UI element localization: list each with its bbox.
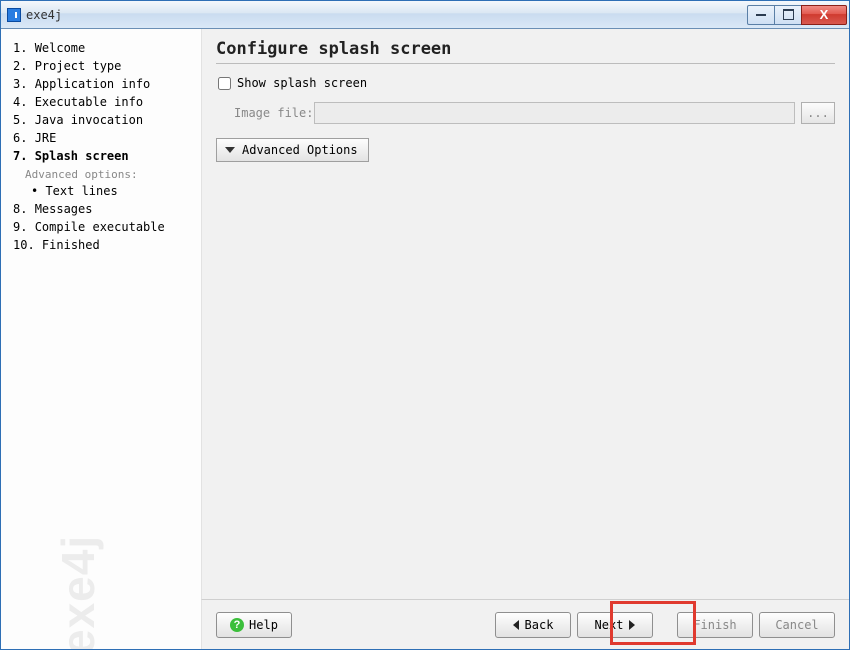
step-jre[interactable]: 6. JRE (9, 129, 193, 147)
window-title: exe4j (26, 8, 62, 22)
arrow-left-icon (513, 620, 519, 630)
next-label: Next (595, 618, 624, 632)
step-messages[interactable]: 8. Messages (9, 200, 193, 218)
advanced-options-text: Advanced Options (242, 143, 358, 157)
help-label: Help (249, 618, 278, 632)
show-splash-label: Show splash screen (237, 76, 367, 90)
show-splash-row: Show splash screen (218, 76, 835, 90)
maximize-button[interactable] (774, 5, 802, 25)
help-button[interactable]: ? Help (216, 612, 292, 638)
image-file-input[interactable] (314, 102, 795, 124)
step-executable-info[interactable]: 4. Executable info (9, 93, 193, 111)
step-splash-screen[interactable]: 7. Splash screen (9, 147, 193, 165)
titlebar: exe4j X (1, 1, 849, 29)
image-file-label: Image file: (234, 106, 314, 120)
finish-button[interactable]: Finish (677, 612, 753, 638)
page-title: Configure splash screen (216, 39, 835, 64)
advanced-options-label: Advanced options: (9, 165, 193, 182)
step-java-invocation[interactable]: 5. Java invocation (9, 111, 193, 129)
browse-button[interactable]: ... (801, 102, 835, 124)
back-button[interactable]: Back (495, 612, 571, 638)
advanced-options-button[interactable]: Advanced Options (216, 138, 369, 162)
close-button[interactable]: X (801, 5, 847, 25)
step-welcome[interactable]: 1. Welcome (9, 39, 193, 57)
finish-label: Finish (693, 618, 736, 632)
help-icon: ? (230, 618, 244, 632)
chevron-down-icon (225, 147, 235, 153)
arrow-right-icon (629, 620, 635, 630)
cancel-button[interactable]: Cancel (759, 612, 835, 638)
back-label: Back (525, 618, 554, 632)
watermark: exe4j (51, 535, 105, 649)
window-controls: X (748, 5, 847, 25)
step-finished[interactable]: 10. Finished (9, 236, 193, 254)
sub-step-text-lines[interactable]: Text lines (9, 182, 193, 200)
footer: ? Help Back Next Finish Cancel (201, 599, 849, 649)
app-icon (7, 8, 21, 22)
image-file-row: Image file: ... (234, 102, 835, 124)
close-icon: X (820, 7, 829, 22)
step-compile-executable[interactable]: 9. Compile executable (9, 218, 193, 236)
main-panel: Configure splash screen Show splash scre… (201, 29, 849, 599)
show-splash-checkbox[interactable] (218, 77, 231, 90)
client-area: 1. Welcome 2. Project type 3. Applicatio… (1, 29, 849, 649)
step-list: 1. Welcome 2. Project type 3. Applicatio… (9, 39, 193, 254)
next-button[interactable]: Next (577, 612, 653, 638)
cancel-label: Cancel (775, 618, 818, 632)
sidebar: 1. Welcome 2. Project type 3. Applicatio… (1, 29, 201, 649)
step-application-info[interactable]: 3. Application info (9, 75, 193, 93)
minimize-button[interactable] (747, 5, 775, 25)
step-project-type[interactable]: 2. Project type (9, 57, 193, 75)
